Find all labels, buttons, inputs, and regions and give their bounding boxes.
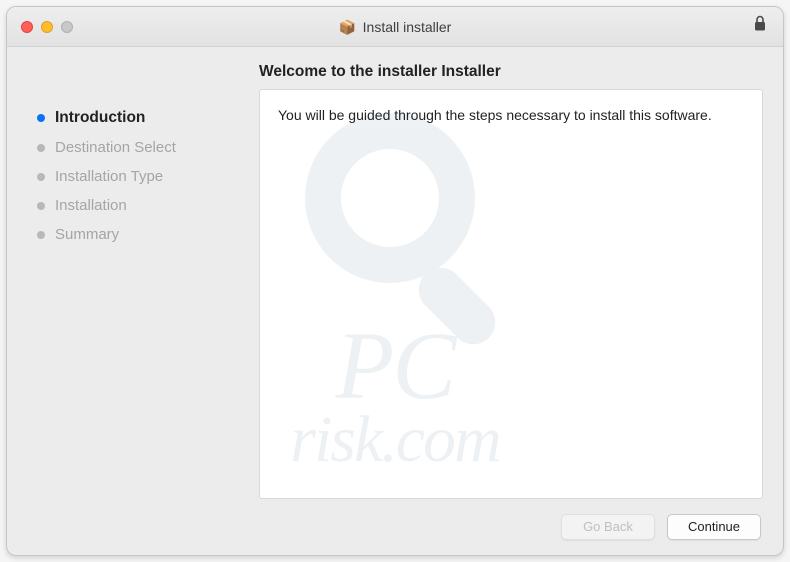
bullet-icon [37,173,45,181]
bullet-icon [37,202,45,210]
content-panel: You will be guided through the steps nec… [259,89,763,499]
sidebar-step-label: Summary [55,226,119,243]
body-area: Welcome to the installer Installer Intro… [7,47,783,555]
sidebar-step-summary: Summary [31,220,241,249]
sidebar-step-label: Introduction [55,109,145,127]
sidebar-step-label: Destination Select [55,139,176,156]
sidebar-step-label: Installation [55,197,127,214]
page-heading: Welcome to the installer Installer [7,47,783,89]
lock-icon [753,15,767,33]
minimize-button[interactable] [41,21,53,33]
continue-button[interactable]: Continue [667,514,761,540]
lock-wrap[interactable] [753,15,783,38]
bullet-icon [37,144,45,152]
window-title: Install installer [363,19,452,35]
bullet-icon [37,231,45,239]
package-icon: 📦 [339,18,357,36]
go-back-button: Go Back [561,514,655,540]
close-button[interactable] [21,21,33,33]
window-title-wrap: 📦 Install installer [7,18,783,36]
sidebar-step-label: Installation Type [55,168,163,185]
sidebar-step-installation-type: Installation Type [31,162,241,191]
columns: Introduction Destination Select Installa… [7,89,783,499]
footer: Go Back Continue [7,499,783,555]
traffic-lights [7,21,73,33]
content-body-text: You will be guided through the steps nec… [278,106,744,126]
sidebar-step-introduction: Introduction [31,103,241,133]
maximize-button [61,21,73,33]
installer-window: 📦 Install installer Welcome to the insta… [6,6,784,556]
titlebar: 📦 Install installer [7,7,783,47]
sidebar: Introduction Destination Select Installa… [31,89,241,499]
sidebar-step-destination-select: Destination Select [31,133,241,162]
sidebar-step-installation: Installation [31,191,241,220]
bullet-icon [37,114,45,122]
